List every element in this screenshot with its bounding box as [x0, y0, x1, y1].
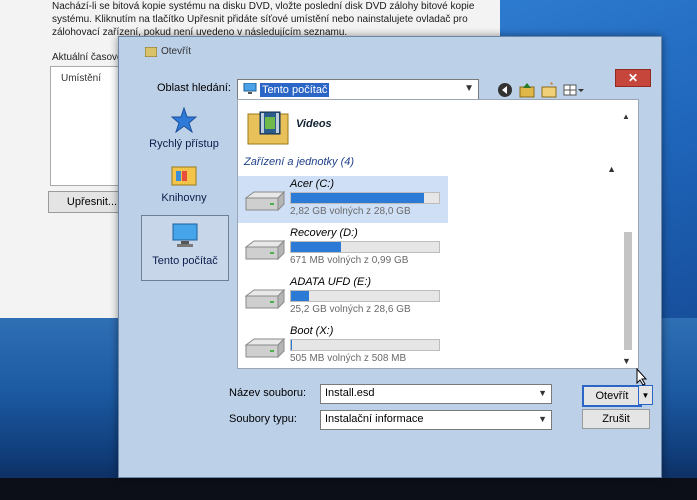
place-label: Rychlý přístup — [149, 138, 219, 150]
drive-usage-bar — [290, 290, 440, 302]
scroll-down-icon[interactable]: ▼ — [622, 356, 631, 366]
place-label: Tento počítač — [152, 255, 218, 267]
drive-usage-fill — [291, 193, 425, 203]
current-time-group-label: Aktuální časové — [52, 52, 123, 63]
chevron-down-icon[interactable]: ▼ — [538, 414, 547, 424]
video-folder-icon — [247, 111, 289, 145]
drive-name: Recovery (D:) — [290, 227, 358, 239]
mouse-cursor-icon — [636, 368, 648, 386]
hard-drive-icon — [244, 337, 286, 359]
file-type-label: Soubory typu: — [229, 413, 297, 425]
chevron-down-icon: ▼ — [464, 83, 474, 94]
file-name-label: Název souboru: — [229, 387, 307, 399]
drive-item[interactable]: Boot (X:) 505 MB volných z 508 MB — [238, 323, 448, 370]
hard-drive-icon — [244, 190, 286, 212]
drive-free-space: 671 MB volných z 0,99 GB — [290, 255, 409, 266]
dialog-titlebar[interactable]: Otevřít — [119, 37, 661, 65]
drive-free-space: 505 MB volných z 508 MB — [290, 353, 407, 364]
drive-usage-fill — [291, 291, 309, 301]
dialog-title: Otevřít — [161, 46, 192, 57]
hard-drive-icon — [244, 288, 286, 310]
drive-usage-fill — [291, 340, 293, 350]
chevron-down-icon[interactable]: ▼ — [538, 388, 547, 398]
cancel-button[interactable]: Zrušit — [582, 409, 650, 429]
drive-item[interactable]: Acer (C:) 2,82 GB volných z 28,0 GB — [238, 176, 448, 223]
computer-icon — [172, 223, 198, 247]
new-folder-icon[interactable]: * — [541, 81, 557, 98]
drive-name: Boot (X:) — [290, 325, 334, 337]
places-bar: Rychlý přístup Knihovny Tento počítač — [141, 105, 233, 345]
file-type-value: Instalační informace — [325, 413, 424, 425]
folder-videos[interactable]: Videos — [246, 108, 332, 149]
computer-icon — [243, 83, 257, 94]
file-list-view[interactable]: Videos Zařízení a jednotky (4) ▲ Acer (C… — [237, 99, 639, 369]
vertical-scrollbar[interactable]: ▲ ▼ — [622, 112, 634, 366]
drive-usage-fill — [291, 242, 342, 252]
up-folder-icon[interactable] — [519, 82, 535, 98]
back-icon[interactable] — [497, 82, 513, 98]
drive-free-space: 2,82 GB volných z 28,0 GB — [290, 206, 411, 217]
hard-drive-icon — [244, 239, 286, 261]
drive-name: ADATA UFD (E:) — [290, 276, 372, 288]
place-libraries[interactable]: Knihovny — [141, 163, 227, 215]
look-in-label: Oblast hledání: — [157, 82, 231, 94]
collapse-chevron-icon[interactable]: ▲ — [607, 164, 616, 174]
location-column-header[interactable]: Umístění — [61, 73, 101, 84]
dialog-app-icon — [145, 47, 157, 57]
svg-text:*: * — [550, 82, 553, 90]
drive-usage-bar — [290, 339, 440, 351]
place-label: Knihovny — [161, 192, 207, 204]
place-quick-access[interactable]: Rychlý přístup — [141, 105, 227, 161]
wizard-intro-text: Nachází-li se bitová kopie systému na di… — [52, 1, 475, 38]
devices-group-header[interactable]: Zařízení a jednotky (4) — [244, 156, 354, 168]
library-folder-icon — [171, 166, 197, 186]
scroll-up-icon[interactable]: ▲ — [622, 112, 630, 121]
drive-item[interactable]: Recovery (D:) 671 MB volných z 0,99 GB — [238, 225, 448, 272]
view-menu-icon[interactable] — [563, 82, 585, 98]
star-icon — [170, 106, 198, 134]
scrollbar-thumb[interactable] — [624, 232, 632, 350]
drive-item[interactable]: ADATA UFD (E:) 25,2 GB volných z 28,6 GB — [238, 274, 448, 321]
file-name-combo[interactable]: Install.esd ▼ — [320, 384, 552, 404]
open-options-arrow-icon[interactable]: ▼ — [638, 385, 653, 405]
folder-name: Videos — [296, 118, 332, 130]
drive-free-space: 25,2 GB volných z 28,6 GB — [290, 304, 411, 315]
place-this-pc[interactable]: Tento počítač — [141, 215, 229, 281]
drive-name: Acer (C:) — [290, 178, 334, 190]
file-name-value: Install.esd — [325, 387, 375, 399]
file-type-combo[interactable]: Instalační informace ▼ — [320, 410, 552, 430]
open-file-dialog: Otevřít ✕ Oblast hledání: Tento počítač … — [118, 36, 662, 478]
open-button[interactable]: Otevřít — [582, 385, 642, 407]
look-in-value: Tento počítač — [260, 83, 330, 97]
screen-bottom-edge — [0, 478, 697, 500]
drive-usage-bar — [290, 241, 440, 253]
drive-usage-bar — [290, 192, 440, 204]
toolbar-icons: * — [497, 81, 585, 98]
look-in-dropdown[interactable]: Tento počítač ▼ — [237, 79, 479, 101]
